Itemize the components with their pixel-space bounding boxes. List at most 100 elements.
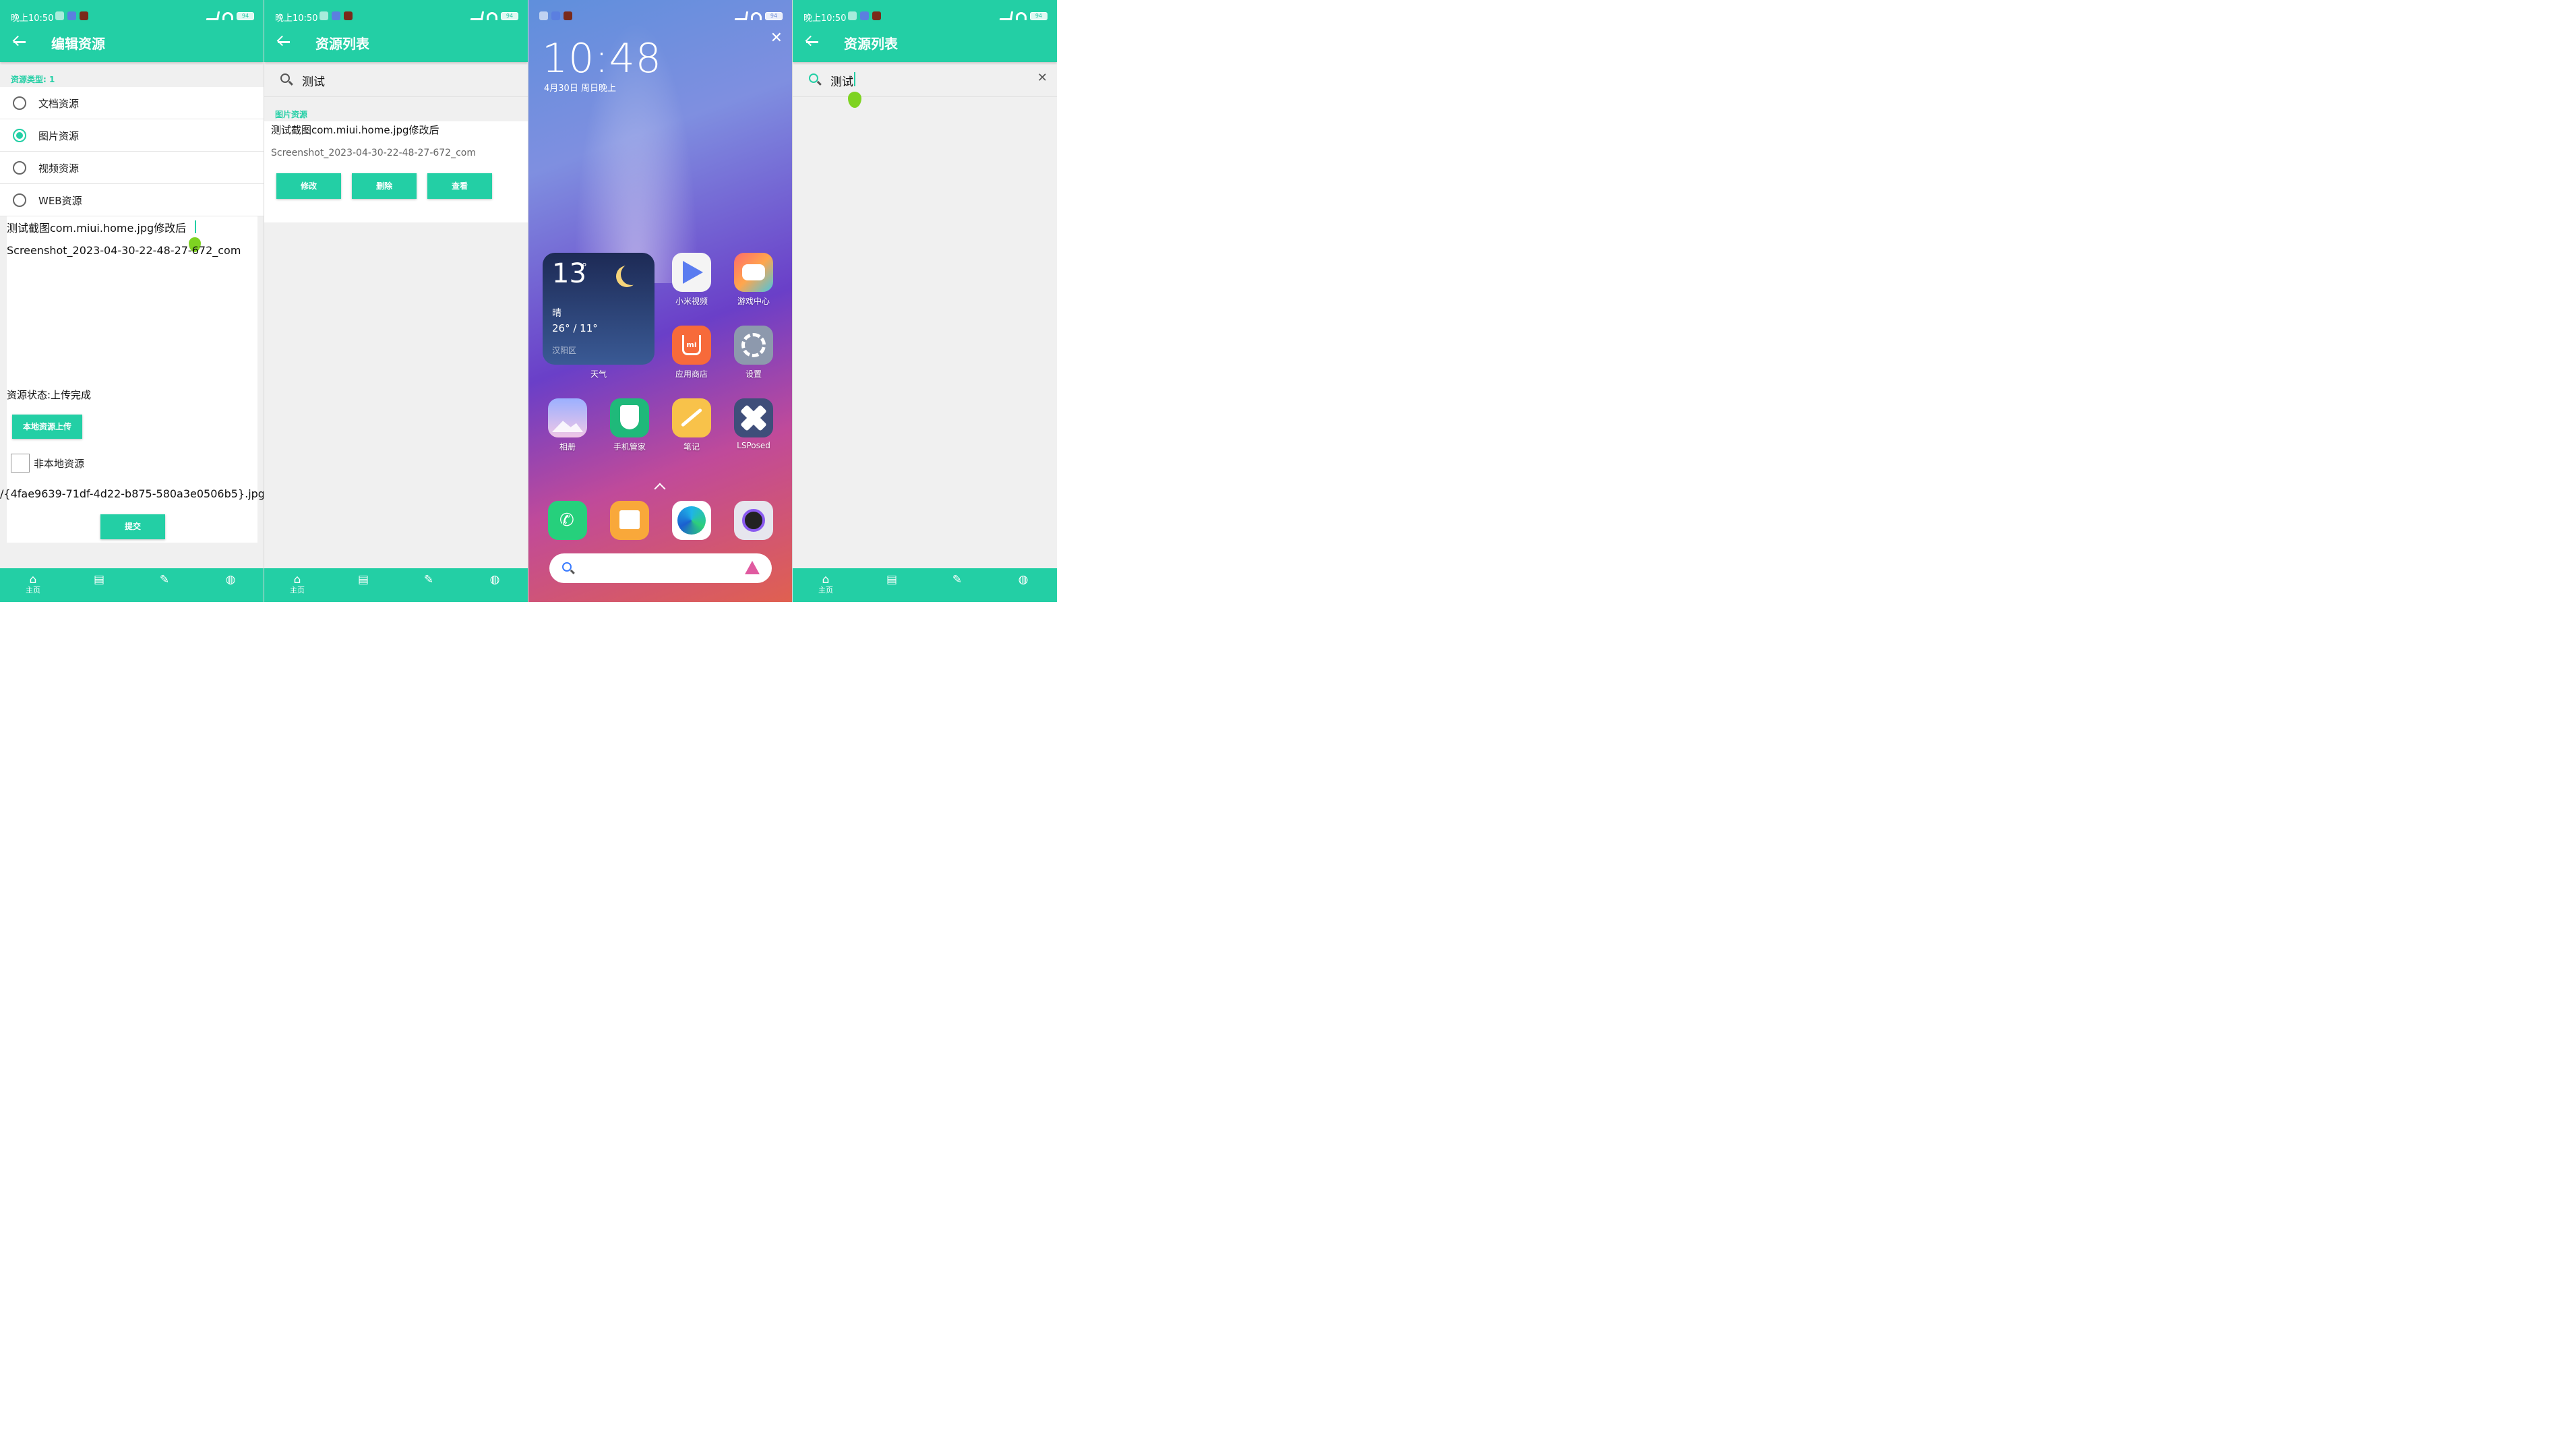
nav-edit[interactable]: ✎: [944, 574, 971, 598]
edit-resource-screen: 晚上10:50 94 编辑资源 资源类型: 1 文档资源 图片资源 视频资源 W…: [0, 0, 264, 602]
search-input[interactable]: 测试: [830, 72, 853, 89]
bottom-navigation: ⌂ 主页 ▤ ✎ ◍: [264, 568, 528, 602]
submit-button[interactable]: 提交: [100, 514, 165, 539]
game-center-app[interactable]: [734, 253, 773, 292]
view-button[interactable]: 查看: [427, 173, 492, 199]
app-notification-icon: [872, 11, 881, 20]
mi-video-app[interactable]: [672, 253, 711, 292]
search-bar[interactable]: 测试 ✕: [793, 62, 1057, 108]
nav-chat[interactable]: ◍: [217, 574, 244, 598]
nav-home[interactable]: ⌂ 主页: [20, 574, 47, 598]
battery-icon: 94: [501, 11, 518, 20]
mountain-icon: [552, 421, 583, 432]
gear-icon: [741, 333, 766, 357]
gallery-app[interactable]: [548, 398, 587, 437]
mute-icon: [55, 11, 64, 20]
moon-icon: [621, 264, 642, 285]
app-bar: 晚上10:50 94 资源列表: [793, 0, 1057, 62]
notification-icons: [320, 11, 353, 20]
radio-label: 文档资源: [38, 98, 80, 110]
app-label: 天气: [590, 369, 607, 379]
nav-home[interactable]: ⌂ 主页: [284, 574, 311, 598]
security-app[interactable]: [610, 398, 649, 437]
clock: 10:48: [542, 35, 662, 82]
app-label: 应用商店: [675, 369, 708, 379]
nav-home[interactable]: ⌂ 主页: [812, 574, 839, 598]
settings-app[interactable]: [734, 326, 773, 365]
app-notification-icon: [344, 11, 353, 20]
nav-book[interactable]: ▤: [350, 574, 377, 598]
radio-button[interactable]: [13, 96, 26, 110]
camera-app[interactable]: [734, 501, 773, 540]
page-title: 资源列表: [844, 36, 898, 52]
wifi-icon: [751, 11, 762, 20]
non-local-checkbox[interactable]: [11, 454, 30, 473]
radio-option-video[interactable]: 视频资源: [0, 152, 264, 184]
wifi-icon: [487, 11, 497, 20]
nav-edit[interactable]: ✎: [151, 574, 178, 598]
play-icon: [683, 261, 703, 284]
name-field[interactable]: 测试截图com.miui.home.jpg修改后: [7, 219, 186, 235]
lsposed-app[interactable]: [734, 398, 773, 437]
resource-status-text: 资源状态:上传完成: [7, 389, 92, 401]
page-title: 资源列表: [315, 36, 369, 52]
shopping-bag-icon: mi: [682, 335, 701, 355]
nav-chat[interactable]: ◍: [1010, 574, 1037, 598]
delete-button[interactable]: 删除: [352, 173, 417, 199]
radio-button-selected[interactable]: [13, 129, 26, 142]
nav-edit[interactable]: ✎: [415, 574, 442, 598]
notes-app[interactable]: [672, 398, 711, 437]
bottom-navigation: ⌂ 主页 ▤ ✎ ◍: [0, 568, 264, 602]
radio-button[interactable]: [13, 161, 26, 175]
resource-title: 测试截图com.miui.home.jpg修改后: [271, 124, 439, 136]
chevron-up-icon[interactable]: [654, 483, 666, 495]
radio-option-image[interactable]: 图片资源: [0, 119, 264, 152]
search-bar[interactable]: 测试: [264, 62, 528, 97]
resource-card[interactable]: 测试截图com.miui.home.jpg修改后 Screenshot_2023…: [264, 121, 528, 222]
radio-option-web[interactable]: WEB资源: [0, 184, 264, 216]
nav-book[interactable]: ▤: [878, 574, 905, 598]
resource-path-field[interactable]: /{4fae9639-71df-4d22-b875-580a3e0506b5}.…: [0, 487, 264, 500]
local-upload-button[interactable]: 本地资源上传: [12, 415, 82, 439]
home-search-bar[interactable]: [549, 553, 772, 583]
system-icons: 94: [734, 11, 783, 20]
description-field[interactable]: Screenshot_2023-04-30-22-48-27-672_com: [7, 244, 241, 257]
system-icons: 94: [206, 11, 254, 20]
messages-app[interactable]: [610, 501, 649, 540]
signal-icon: [470, 11, 485, 20]
assistant-icon[interactable]: [745, 561, 760, 574]
pencil-icon: ✎: [952, 573, 963, 586]
close-icon[interactable]: ✕: [770, 31, 783, 46]
camera-icon: [742, 509, 765, 532]
search-input[interactable]: 测试: [302, 72, 325, 89]
back-arrow-icon[interactable]: [276, 34, 294, 50]
app-notification-icon: [332, 11, 340, 20]
status-time: 晚上10:50: [275, 13, 318, 24]
mute-icon: [539, 11, 548, 20]
edit-button[interactable]: 修改: [276, 173, 341, 199]
app-label: 相册: [559, 442, 576, 452]
notification-icons: [848, 11, 881, 20]
nav-chat[interactable]: ◍: [481, 574, 508, 598]
nav-book[interactable]: ▤: [86, 574, 113, 598]
weather-widget[interactable]: 13 ° 晴 26° / 11° 汉阳区: [543, 253, 655, 365]
search-icon: [280, 73, 290, 83]
resource-subtitle: Screenshot_2023-04-30-22-48-27-672_com: [271, 148, 476, 158]
phone-app[interactable]: ✆: [548, 501, 587, 540]
resource-type-label: 资源类型: 1: [11, 75, 55, 84]
status-bar: 晚上10:50 94: [0, 0, 264, 31]
bottom-navigation: ⌂ 主页 ▤ ✎ ◍: [793, 568, 1057, 602]
back-arrow-icon[interactable]: [805, 34, 822, 50]
wifi-icon: [1016, 11, 1027, 20]
back-arrow-icon[interactable]: [12, 34, 30, 50]
radio-button[interactable]: [13, 193, 26, 207]
app-bar: 晚上10:50 94 资源列表: [264, 0, 528, 62]
book-icon: ▤: [886, 573, 898, 586]
system-icons: 94: [470, 11, 518, 20]
app-store-app[interactable]: mi: [672, 326, 711, 365]
clear-icon[interactable]: ✕: [1037, 71, 1047, 85]
chat-icon: ◍: [1018, 573, 1029, 586]
radio-option-document[interactable]: 文档资源: [0, 87, 264, 119]
edge-browser-app[interactable]: [672, 501, 711, 540]
cursor-handle[interactable]: [848, 92, 861, 108]
